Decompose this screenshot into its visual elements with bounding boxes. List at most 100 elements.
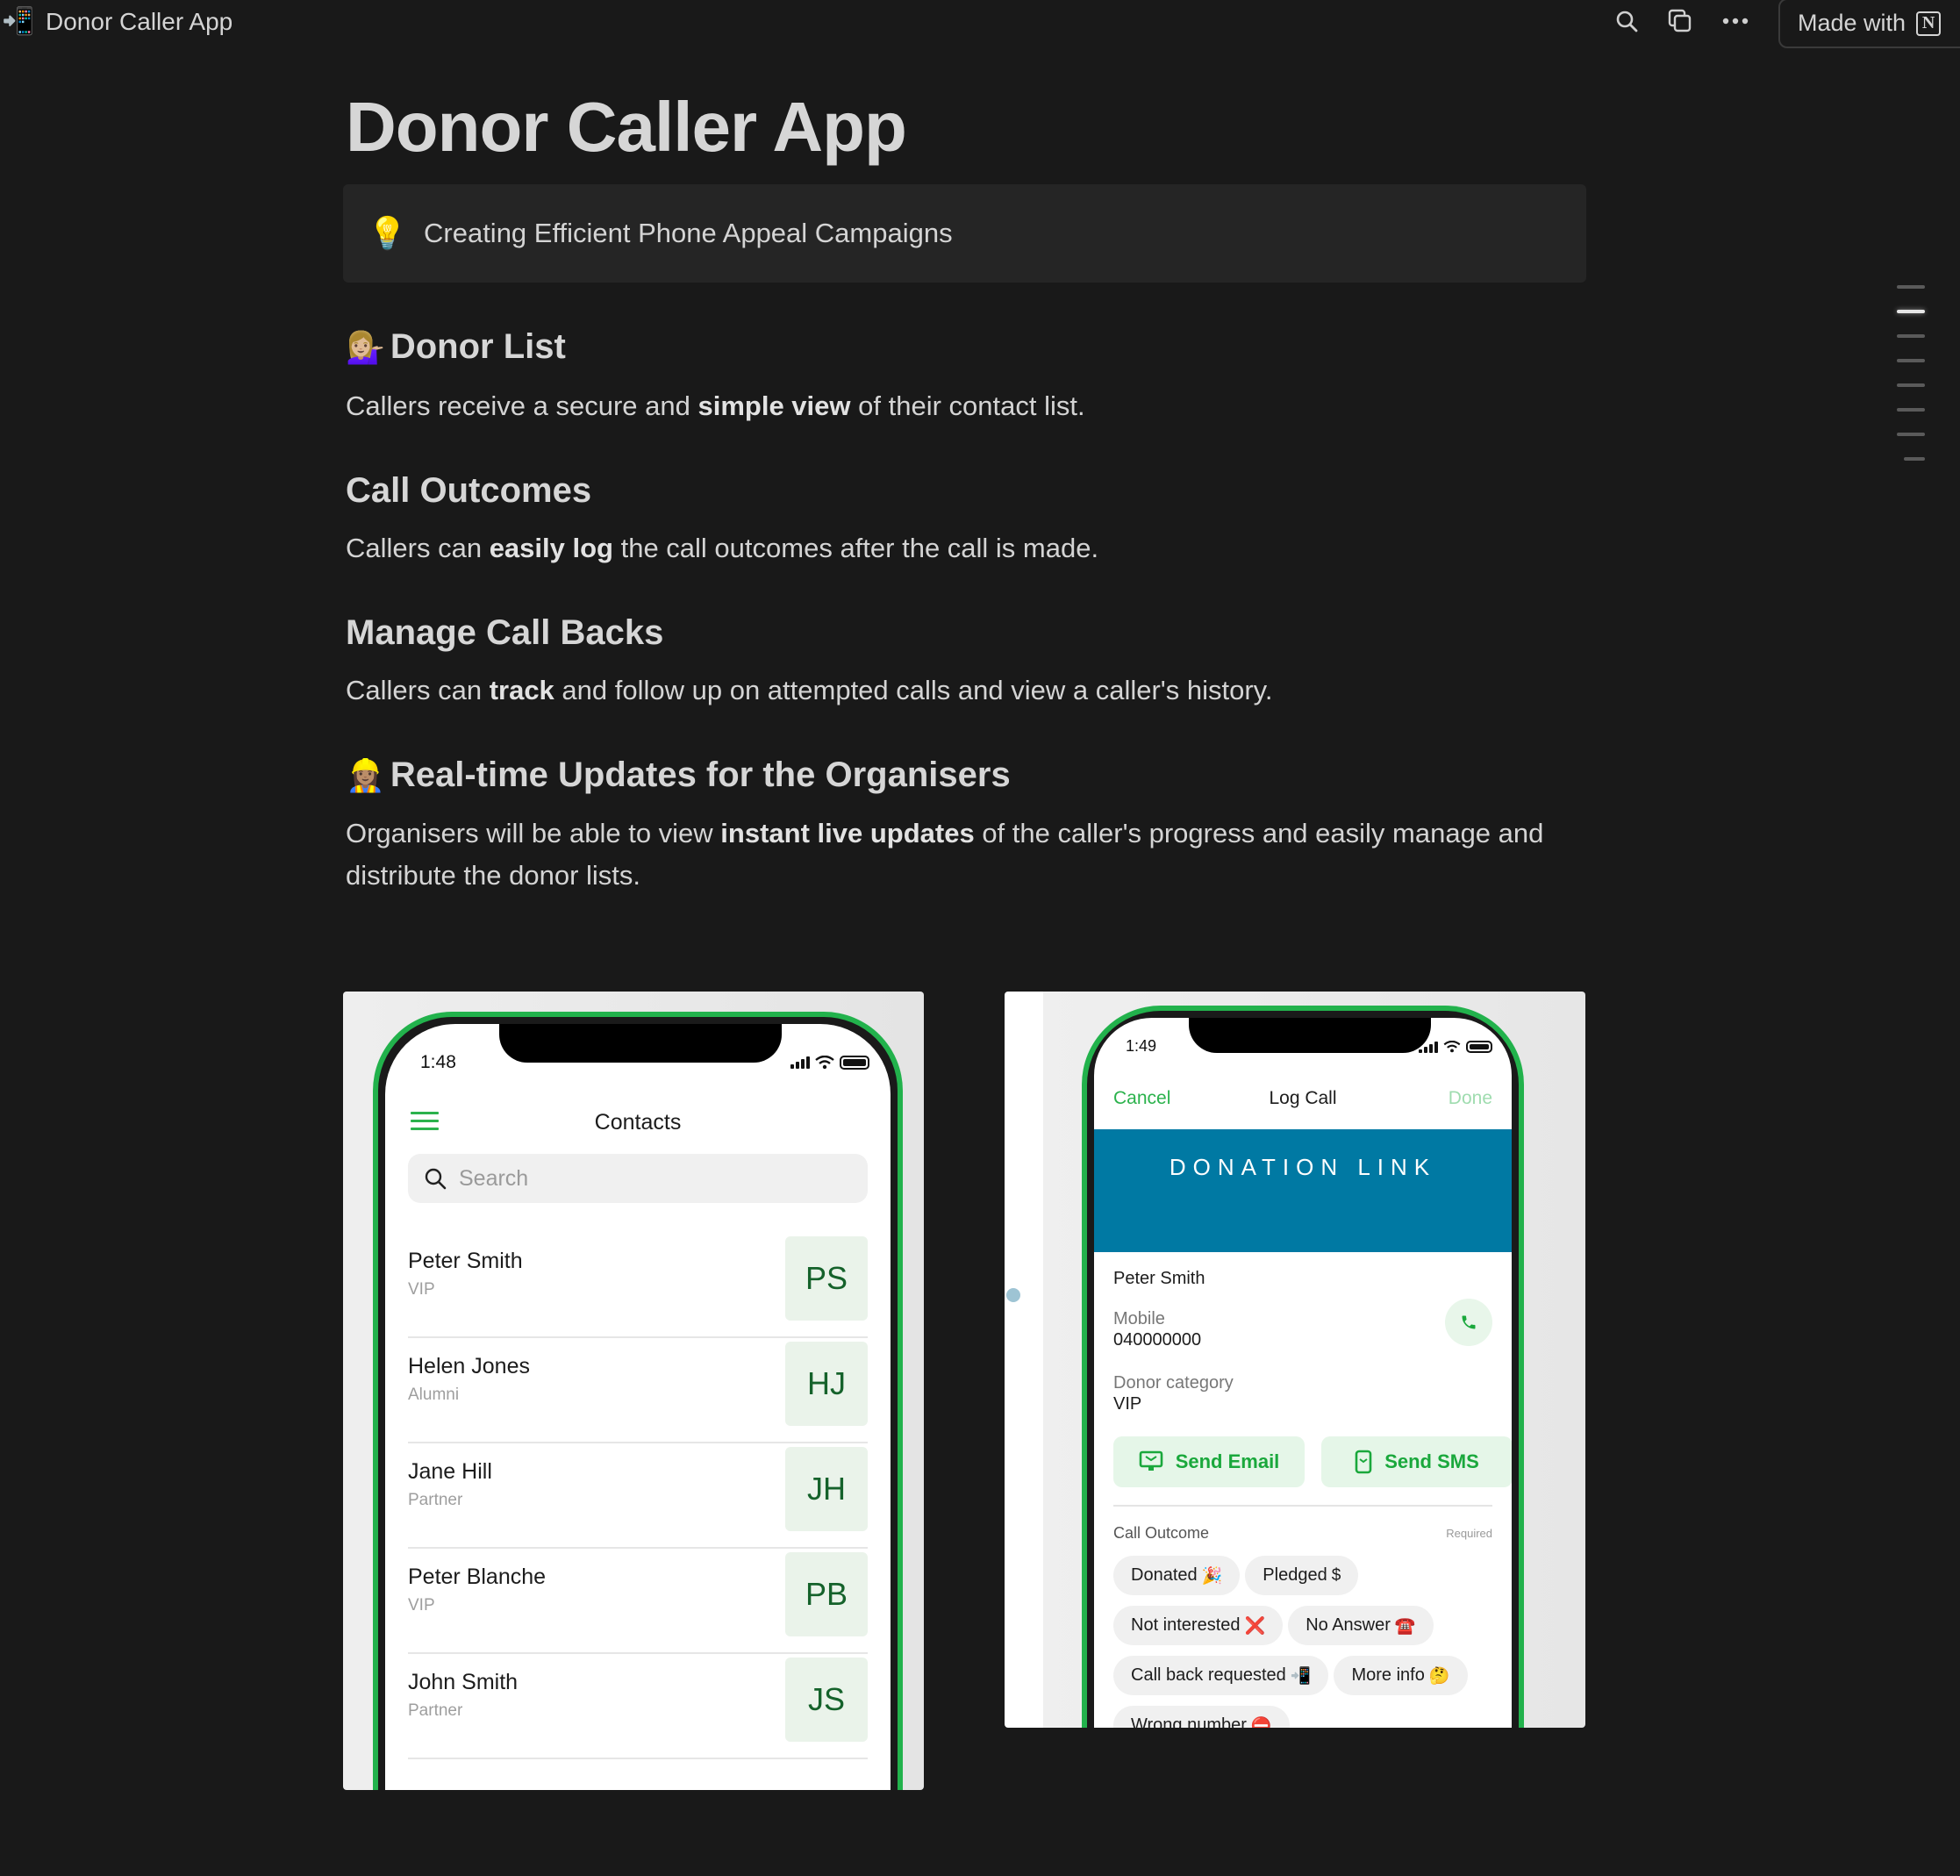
- donation-link-text: DONATION LINK: [1169, 1154, 1437, 1180]
- contact-avatar: JS: [785, 1658, 868, 1742]
- outcome-chip[interactable]: Pledged $: [1245, 1556, 1359, 1595]
- contact-name: Jane Hill: [408, 1459, 492, 1484]
- decorative-dot: [1006, 1288, 1020, 1302]
- breadcrumb-title[interactable]: Donor Caller App: [46, 6, 232, 38]
- paragraph-call-outcomes: Callers can easily log the call outcomes…: [346, 527, 1583, 569]
- notion-logo-icon: N: [1916, 11, 1942, 36]
- contact-name: Helen Jones: [408, 1354, 530, 1378]
- page-emoji-icon: 📲: [2, 7, 35, 36]
- send-sms-button[interactable]: Send SMS: [1321, 1436, 1512, 1487]
- toc-item[interactable]: [1897, 310, 1925, 313]
- call-button[interactable]: [1445, 1299, 1492, 1346]
- page-title: Donor Caller App: [346, 88, 907, 166]
- person-tipping-hand-icon: 💁🏼‍♀️: [346, 329, 385, 365]
- contacts-title: Contacts: [594, 1110, 682, 1135]
- status-time: 1:49: [1126, 1037, 1157, 1055]
- contact-category: Partner: [408, 1701, 463, 1720]
- log-call-screenshot: 1:49 Cancel Log Call Done DONATION LINK …: [1005, 992, 1585, 1728]
- search-icon: [425, 1168, 447, 1190]
- bold-text: track: [489, 675, 554, 705]
- text-run: the call outcomes after the call is made…: [612, 533, 1099, 563]
- toc-item[interactable]: [1897, 383, 1925, 387]
- more-icon: [1722, 18, 1749, 25]
- paragraph-real-time-updates: Organisers will be able to view instant …: [346, 813, 1583, 897]
- contact-avatar: PB: [785, 1552, 868, 1636]
- bold-text: instant live updates: [720, 818, 975, 848]
- contact-name: John Smith: [408, 1670, 519, 1694]
- callout-text: Creating Efficient Phone Appeal Campaign…: [424, 218, 953, 248]
- duplicate-button[interactable]: [1663, 4, 1698, 39]
- heading-real-time-updates: 👷🏽‍♀️ Real-time Updates for the Organiser…: [346, 755, 1011, 794]
- outcome-chip[interactable]: Wrong number ⛔: [1113, 1706, 1290, 1728]
- phone-frame: 1:48 Contacts Search Peter Smith VIP PS Hel…: [373, 1012, 903, 1790]
- duplicate-icon: [1668, 9, 1692, 32]
- text-run: and follow up on attempted calls and vie…: [554, 675, 1273, 705]
- phone-screen: 1:49 Cancel Log Call Done DONATION LINK …: [1094, 1018, 1512, 1728]
- outcome-chip[interactable]: Call back requested 📲: [1113, 1656, 1329, 1695]
- outcome-chip[interactable]: More info 🤔: [1334, 1656, 1468, 1695]
- donation-link-banner[interactable]: DONATION LINK: [1094, 1129, 1512, 1252]
- toc-item[interactable]: [1897, 408, 1925, 412]
- bold-text: simple view: [697, 390, 851, 421]
- toc-item[interactable]: [1904, 457, 1925, 461]
- mobile-value: 040000000: [1113, 1330, 1202, 1350]
- bold-text: easily log: [489, 533, 613, 563]
- wifi-icon: [1443, 1041, 1461, 1053]
- send-email-button[interactable]: Send Email: [1113, 1436, 1305, 1487]
- battery-icon: [840, 1056, 869, 1070]
- contact-search-input[interactable]: Search: [408, 1154, 868, 1203]
- contact-row[interactable]: Peter Blanche VIP PB: [408, 1549, 868, 1654]
- toc-item[interactable]: [1897, 433, 1925, 436]
- donor-name: Peter Smith: [1113, 1269, 1205, 1288]
- contact-category: Partner: [408, 1491, 463, 1509]
- outcome-emoji-icon: 🎉: [1201, 1566, 1223, 1586]
- phone-notch: [1189, 1018, 1431, 1053]
- outcome-emoji-icon: 🤔: [1428, 1666, 1450, 1686]
- status-icons: [1419, 1041, 1492, 1053]
- heading-donor-list: 💁🏼‍♀️ Donor List: [346, 327, 566, 366]
- lightbulb-icon: 💡: [368, 215, 407, 251]
- contact-name: Peter Blanche: [408, 1565, 547, 1589]
- signal-icon: [1419, 1041, 1438, 1053]
- table-of-contents[interactable]: [1895, 285, 1930, 482]
- email-monitor-icon: [1139, 1450, 1163, 1471]
- contact-row[interactable]: Jane Hill Partner JH: [408, 1443, 868, 1549]
- contact-avatar: JH: [785, 1447, 868, 1531]
- paragraph-donor-list: Callers receive a secure and simple view…: [346, 385, 1583, 427]
- phone-frame: 1:49 Cancel Log Call Done DONATION LINK …: [1082, 1006, 1524, 1728]
- contact-category: Alumni: [408, 1386, 460, 1404]
- mobile-label: Mobile: [1113, 1309, 1165, 1328]
- text-run: of their contact list.: [850, 390, 1085, 421]
- toc-item[interactable]: [1897, 359, 1925, 362]
- outcome-emoji-icon: ❌: [1244, 1616, 1266, 1636]
- contact-category: VIP: [408, 1596, 435, 1615]
- callout: 💡 Creating Efficient Phone Appeal Campai…: [343, 184, 1586, 283]
- phone-notch: [499, 1024, 782, 1063]
- contact-avatar: HJ: [785, 1342, 868, 1426]
- battery-icon: [1466, 1041, 1492, 1053]
- done-button[interactable]: Done: [1449, 1088, 1492, 1109]
- toc-item[interactable]: [1897, 285, 1925, 289]
- outcome-emoji-icon: ☎️: [1394, 1616, 1416, 1636]
- heading-call-outcomes: Call Outcomes: [346, 471, 592, 510]
- outcome-chip[interactable]: No Answer ☎️: [1288, 1606, 1434, 1645]
- toc-item[interactable]: [1897, 334, 1925, 338]
- contacts-screenshot: 1:48 Contacts Search Peter Smith VIP PS Hel…: [343, 992, 924, 1790]
- donor-category-value: VIP: [1113, 1394, 1142, 1414]
- call-outcome-options: Donated 🎉 Pledged $ Not interested ❌ No Answer…: [1113, 1556, 1492, 1728]
- top-bar: 📲 Donor Caller App Made with N: [0, 0, 1960, 48]
- phone-icon: [1462, 1315, 1476, 1329]
- contact-row[interactable]: Peter Smith VIP PS: [408, 1233, 868, 1338]
- outcome-chip[interactable]: Not interested ❌: [1113, 1606, 1284, 1645]
- outcome-chip[interactable]: Donated 🎉: [1113, 1556, 1241, 1595]
- required-label: Required: [1446, 1527, 1492, 1540]
- search-icon: [1616, 11, 1638, 32]
- contact-row[interactable]: Helen Jones Alumni HJ: [408, 1338, 868, 1443]
- more-button[interactable]: [1718, 4, 1753, 39]
- contact-row[interactable]: John Smith Partner JS: [408, 1654, 868, 1759]
- contact-category: VIP: [408, 1280, 435, 1299]
- made-with-notion-button[interactable]: Made with N: [1778, 0, 1960, 48]
- outcome-emoji-icon: $: [1331, 1565, 1341, 1585]
- search-button[interactable]: [1609, 4, 1644, 39]
- text-run: Callers receive a secure and: [346, 390, 698, 421]
